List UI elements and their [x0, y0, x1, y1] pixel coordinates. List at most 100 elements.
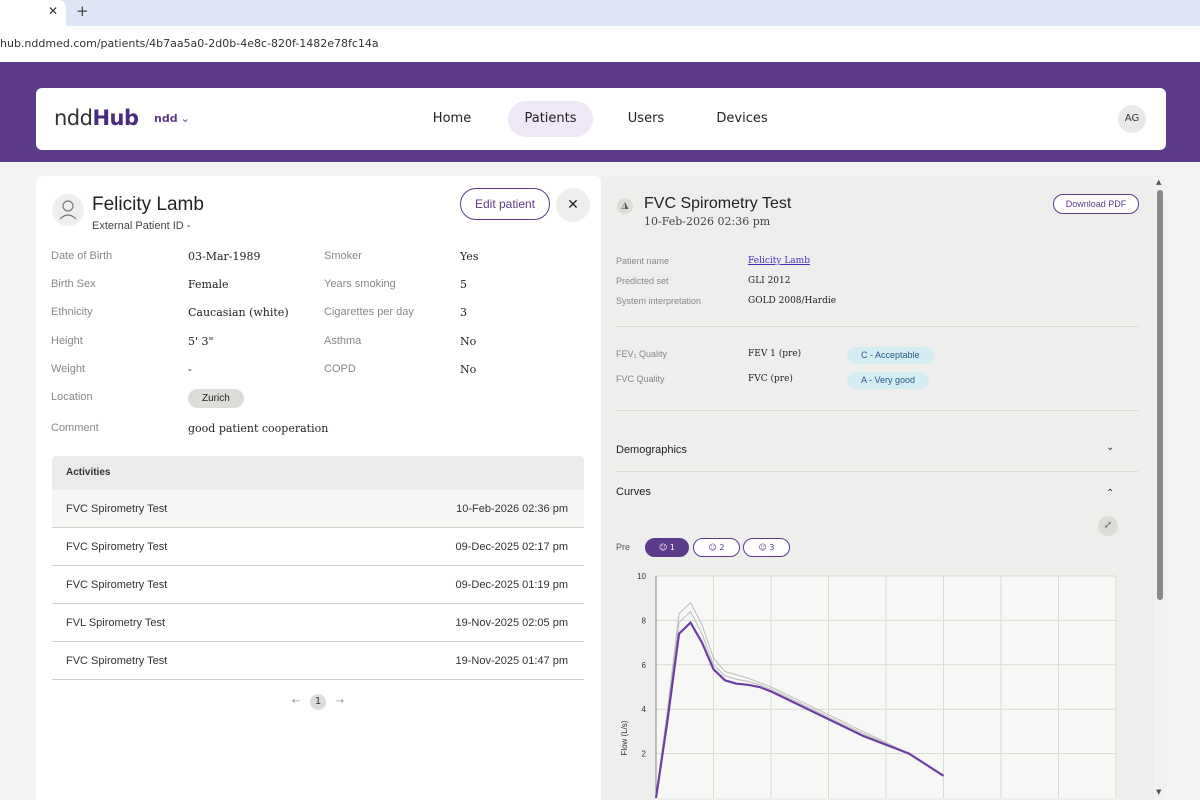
- test-date: 10-Feb-2026 02:36 pm: [644, 215, 771, 228]
- divider: [616, 326, 1138, 327]
- info-label: Predicted set: [616, 276, 669, 286]
- activity-name: FVC Spirometry Test: [66, 579, 168, 591]
- field-value: 5: [460, 278, 467, 291]
- field-label: Ethnicity: [51, 306, 93, 318]
- test-panel: ◮ FVC Spirometry Test 10-Feb-2026 02:36 …: [601, 176, 1154, 800]
- browser-tab[interactable]: ✕: [0, 0, 66, 26]
- field-label: Height: [51, 335, 83, 347]
- scroll-down-icon[interactable]: ▼: [1156, 788, 1161, 796]
- quality-label: FVC Quality: [616, 374, 665, 384]
- browser-tabstrip: ✕ +: [0, 0, 1200, 26]
- quality-badge: A - Very good: [847, 372, 930, 389]
- activity-date: 19-Nov-2025 02:05 pm: [455, 617, 568, 629]
- y-tick-label: 6: [642, 661, 647, 670]
- nav-patients[interactable]: Patients: [508, 101, 593, 137]
- trial-1-toggle[interactable]: ☺ 1: [645, 538, 689, 557]
- trial-2-toggle[interactable]: ☺ 2: [693, 538, 740, 557]
- trial-number: 2: [719, 543, 725, 552]
- expand-icon[interactable]: ⤢: [1098, 516, 1118, 536]
- patient-name-link[interactable]: Felicity Lamb: [748, 256, 810, 266]
- y-tick-label: 4: [642, 705, 647, 714]
- url-text[interactable]: hub.nddmed.com/patients/4b7aa5a0-2d0b-4e…: [0, 37, 379, 50]
- activities-header: Activities: [52, 456, 584, 490]
- avatar[interactable]: AG: [1118, 105, 1146, 133]
- field-value: No: [460, 335, 477, 348]
- field-value: -: [188, 363, 192, 376]
- new-tab-icon[interactable]: +: [76, 2, 89, 20]
- field-value: Caucasian (white): [188, 306, 289, 319]
- close-icon[interactable]: ✕: [556, 188, 590, 222]
- next-page-icon[interactable]: →: [332, 694, 348, 710]
- activity-name: FVC Spirometry Test: [66, 541, 168, 553]
- field-label: Cigarettes per day: [324, 306, 414, 318]
- prev-page-icon[interactable]: ←: [288, 694, 304, 710]
- flow-volume-chart: 10 8 6 4 2 Flow (L/s): [620, 572, 1117, 799]
- smile-icon: ☺: [708, 543, 717, 552]
- nddhub-logo[interactable]: nddHub: [54, 106, 139, 130]
- section-demographics[interactable]: Demographics: [616, 444, 687, 456]
- table-row[interactable]: FVC Spirometry Test 09-Dec-2025 02:17 pm: [52, 528, 584, 566]
- field-value: 3: [460, 306, 467, 319]
- y-tick-label: 10: [637, 572, 646, 581]
- table-row[interactable]: FVL Spirometry Test 19-Nov-2025 02:05 pm: [52, 604, 584, 642]
- field-value: Female: [188, 278, 229, 291]
- test-icon: ◮: [617, 198, 633, 214]
- quality-param: FVC (pre): [748, 374, 793, 384]
- quality-param: FEV 1 (pre): [748, 349, 802, 359]
- org-switcher[interactable]: ndd ⌄: [154, 112, 190, 125]
- info-value: GOLD 2008/Hardie: [748, 296, 837, 306]
- address-bar[interactable]: hub.nddmed.com/patients/4b7aa5a0-2d0b-4e…: [0, 26, 1200, 62]
- trial-number: 1: [669, 543, 675, 552]
- field-label: Years smoking: [324, 278, 396, 290]
- activity-date: 10-Feb-2026 02:36 pm: [456, 503, 568, 515]
- scroll-up-icon[interactable]: ▲: [1156, 178, 1161, 186]
- y-tick-label: 2: [642, 750, 647, 759]
- field-value: 03-Mar-1989: [188, 250, 261, 263]
- section-curves[interactable]: Curves: [616, 486, 651, 498]
- info-label: Patient name: [616, 256, 670, 266]
- location-chip: Zurich: [188, 389, 244, 408]
- field-value: Yes: [460, 250, 479, 263]
- info-label: System interpretation: [616, 296, 702, 306]
- divider: [616, 471, 1138, 472]
- top-nav: nddHub ndd ⌄ Home Patients Users Devices …: [36, 88, 1166, 150]
- nav-devices[interactable]: Devices: [710, 101, 774, 137]
- field-label: Asthma: [324, 335, 362, 347]
- org-label: ndd: [154, 112, 178, 125]
- chevron-up-icon[interactable]: ⌃: [1106, 488, 1114, 499]
- nav-home[interactable]: Home: [422, 101, 482, 137]
- table-row[interactable]: FVC Spirometry Test 10-Feb-2026 02:36 pm: [52, 490, 584, 528]
- edit-patient-button[interactable]: Edit patient: [460, 188, 550, 220]
- field-label: Weight: [51, 363, 86, 375]
- chevron-down-icon: ⌄: [180, 112, 190, 125]
- divider: [616, 410, 1138, 411]
- field-label: Birth Sex: [51, 278, 96, 290]
- download-pdf-button[interactable]: Download PDF: [1053, 194, 1139, 214]
- activity-name: FVC Spirometry Test: [66, 655, 168, 667]
- patient-panel: Felicity Lamb External Patient ID - Edit…: [36, 176, 601, 800]
- activity-date: 09-Dec-2025 02:17 pm: [455, 541, 568, 553]
- table-row[interactable]: FVC Spirometry Test 09-Dec-2025 01:19 pm: [52, 566, 584, 604]
- field-label: Date of Birth: [51, 250, 113, 262]
- field-value: 5' 3": [188, 335, 214, 348]
- field-label: Comment: [51, 422, 99, 434]
- info-value: GLI 2012: [748, 276, 791, 286]
- scrollbar-thumb[interactable]: [1157, 190, 1163, 600]
- field-value: No: [460, 363, 477, 376]
- chevron-down-icon[interactable]: ⌄: [1106, 442, 1114, 453]
- activity-name: FVC Spirometry Test: [66, 503, 168, 515]
- close-tab-icon[interactable]: ✕: [48, 4, 58, 18]
- patient-name: Felicity Lamb: [92, 194, 204, 215]
- trial-3-toggle[interactable]: ☺ 3: [743, 538, 790, 557]
- page-number[interactable]: 1: [310, 694, 326, 710]
- test-title: FVC Spirometry Test: [644, 195, 792, 212]
- table-row[interactable]: FVC Spirometry Test 19-Nov-2025 01:47 pm: [52, 642, 584, 680]
- y-tick-label: 8: [642, 616, 647, 625]
- smile-icon: ☺: [758, 543, 767, 552]
- field-value: good patient cooperation: [188, 422, 329, 435]
- nav-users[interactable]: Users: [618, 101, 674, 137]
- activity-date: 19-Nov-2025 01:47 pm: [455, 655, 568, 667]
- logo-ndd: ndd: [54, 106, 93, 130]
- quality-badge: C - Acceptable: [847, 347, 934, 364]
- external-patient-id: External Patient ID -: [92, 220, 191, 232]
